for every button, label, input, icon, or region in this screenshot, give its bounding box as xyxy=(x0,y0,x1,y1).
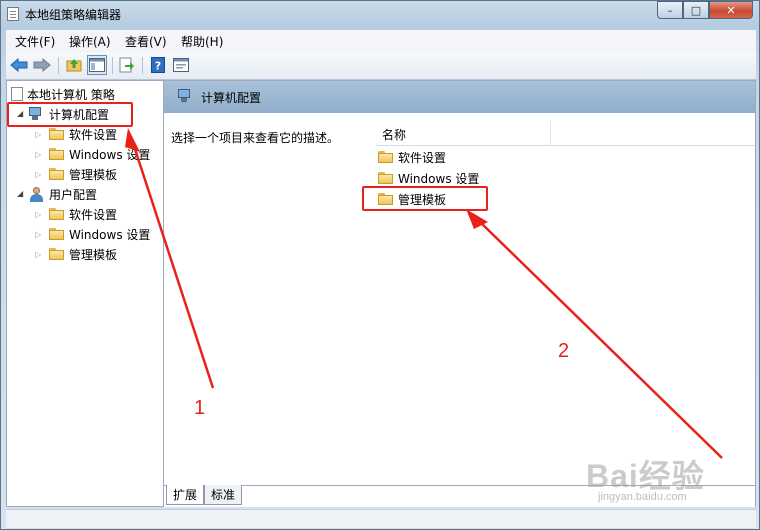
expand-arrow-icon[interactable]: ▷ xyxy=(35,230,41,239)
tree-item-label: 管理模板 xyxy=(69,167,118,182)
tree-item-user-admin-templates[interactable]: 管理模板 xyxy=(49,245,117,263)
expand-arrow-icon[interactable]: ▷ xyxy=(35,170,41,179)
tree-item-computer-software[interactable]: 软件设置 xyxy=(49,125,117,143)
tab-extended-label: 扩展 xyxy=(173,488,198,502)
folder-icon xyxy=(378,150,394,164)
folder-icon xyxy=(378,171,394,185)
svg-text:?: ? xyxy=(155,60,161,73)
list-item-windows[interactable]: Windows 设置 xyxy=(378,168,479,188)
main-content: 本地计算机 策略 ◢ 计算机配置 ▷ 软件设置 ▷ Windows 设置 ▷ 管… xyxy=(6,80,756,507)
list-item-label: 软件设置 xyxy=(398,150,447,165)
collapse-arrow-icon[interactable]: ◢ xyxy=(17,189,23,198)
menu-view[interactable]: 查看(V) xyxy=(125,33,167,50)
folder-icon xyxy=(49,227,65,241)
caption-buttons: – □ ✕ xyxy=(657,1,753,20)
annotation-label-2: 2 xyxy=(558,340,570,362)
help-button[interactable]: ? xyxy=(148,55,168,75)
minimize-icon: – xyxy=(667,3,673,17)
toolbar-separator xyxy=(58,57,59,74)
list-item-software[interactable]: 软件设置 xyxy=(378,147,446,167)
expand-arrow-icon[interactable]: ▷ xyxy=(35,210,41,219)
watermark-url: jingyan.baidu.com xyxy=(598,491,687,503)
tree-item-label: 软件设置 xyxy=(69,207,118,222)
minimize-button[interactable]: – xyxy=(657,1,683,19)
tree-item-label: Windows 设置 xyxy=(69,147,151,162)
folder-icon xyxy=(49,127,65,141)
tree-item-user-windows[interactable]: Windows 设置 xyxy=(49,225,150,243)
menu-help[interactable]: 帮助(H) xyxy=(181,33,223,50)
tree-item-user-software[interactable]: 软件设置 xyxy=(49,205,117,223)
tree-item-user-config[interactable]: 用户配置 xyxy=(29,185,97,203)
app-icon xyxy=(7,7,19,21)
column-header-name[interactable]: 名称 xyxy=(376,121,755,146)
title-bar[interactable]: 本地组策略编辑器 – □ ✕ xyxy=(1,1,759,29)
properties-button[interactable] xyxy=(171,55,191,75)
menu-action[interactable]: 操作(A) xyxy=(69,33,111,50)
details-header-title: 计算机配置 xyxy=(201,91,262,105)
tree-item-label: 软件设置 xyxy=(69,127,118,142)
expand-arrow-icon[interactable]: ▷ xyxy=(35,130,41,139)
up-one-level-button[interactable] xyxy=(64,55,84,75)
baidu-watermark: Bai经验 jingyan.baidu.com xyxy=(586,445,726,509)
column-separator[interactable] xyxy=(550,121,551,145)
expand-arrow-icon[interactable]: ▷ xyxy=(35,250,41,259)
maximize-button[interactable]: □ xyxy=(683,1,709,19)
close-icon: ✕ xyxy=(726,3,736,17)
folder-icon xyxy=(49,147,65,161)
maximize-icon: □ xyxy=(690,3,702,17)
column-name-label: 名称 xyxy=(382,128,407,142)
close-button[interactable]: ✕ xyxy=(709,1,753,19)
up-folder-icon xyxy=(66,59,82,72)
help-icon: ? xyxy=(151,57,165,73)
highlight-box-admin-templates xyxy=(362,186,488,211)
tree-item-label: 管理模板 xyxy=(69,247,118,262)
folder-icon xyxy=(49,167,65,181)
tree-item-label: Windows 设置 xyxy=(69,227,151,242)
items-list[interactable]: 名称 软件设置 Windows 设置 管理模板 xyxy=(376,121,755,481)
policy-document-icon xyxy=(11,87,23,101)
properties-icon xyxy=(173,58,189,72)
list-item-label: Windows 设置 xyxy=(398,171,480,186)
expand-arrow-icon[interactable]: ▷ xyxy=(35,150,41,159)
export-list-button[interactable] xyxy=(117,55,137,75)
details-pane: 计算机配置 选择一个项目来查看它的描述。 名称 软件设置 Windows 设置 xyxy=(164,81,755,507)
menu-bar: 文件(F) 操作(A) 查看(V) 帮助(H) xyxy=(6,30,756,53)
tree-root-label: 本地计算机 策略 xyxy=(27,87,115,102)
status-bar xyxy=(6,509,756,528)
back-arrow-icon xyxy=(10,58,28,72)
user-icon xyxy=(29,186,45,202)
tree-item-user-config-label: 用户配置 xyxy=(49,187,98,202)
export-list-icon xyxy=(119,57,134,73)
tab-standard[interactable]: 标准 xyxy=(204,485,243,505)
toolbar: ? xyxy=(6,52,756,80)
computer-icon xyxy=(178,89,194,103)
tab-standard-label: 标准 xyxy=(211,488,236,502)
details-header: 计算机配置 xyxy=(164,81,755,113)
menu-file[interactable]: 文件(F) xyxy=(15,33,55,50)
tree-pane[interactable]: 本地计算机 策略 ◢ 计算机配置 ▷ 软件设置 ▷ Windows 设置 ▷ 管… xyxy=(7,81,164,506)
tree-item-computer-windows[interactable]: Windows 设置 xyxy=(49,145,150,163)
window-title: 本地组策略编辑器 xyxy=(25,8,122,22)
show-hide-tree-icon xyxy=(89,58,105,72)
tree-root[interactable]: 本地计算机 策略 xyxy=(11,85,115,103)
forward-arrow-icon xyxy=(33,58,51,72)
show-hide-tree-button[interactable] xyxy=(87,55,107,75)
description-text: 选择一个项目来查看它的描述。 xyxy=(171,131,340,145)
toolbar-separator xyxy=(142,57,143,74)
forward-button[interactable] xyxy=(32,55,52,75)
tab-extended[interactable]: 扩展 xyxy=(166,485,205,505)
toolbar-separator xyxy=(112,57,113,74)
highlight-box-computer-config xyxy=(7,102,133,127)
folder-icon xyxy=(49,207,65,221)
folder-icon xyxy=(49,247,65,261)
tree-item-computer-admin-templates[interactable]: 管理模板 xyxy=(49,165,117,183)
back-button[interactable] xyxy=(9,55,29,75)
annotation-label-1: 1 xyxy=(194,397,206,419)
